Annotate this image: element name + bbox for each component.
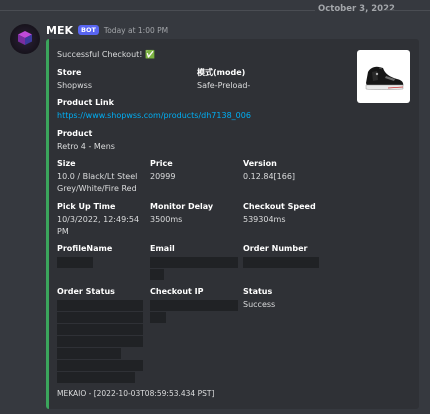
- product-thumbnail[interactable]: [357, 50, 410, 103]
- field-product-link-name: Product Link: [57, 98, 114, 107]
- field-profile-name-name: ProfileName: [57, 244, 113, 253]
- product-link[interactable]: https://www.shopwss.com/products/dh7138_…: [57, 110, 251, 121]
- redacted-order-status-line2: [57, 312, 143, 323]
- field-store-value: Shopwss: [57, 81, 92, 90]
- redacted-email-line2: [150, 269, 164, 280]
- field-mode-name: 模式(mode): [197, 68, 246, 77]
- redacted-order-status-line3: [57, 324, 143, 335]
- date-divider: October 3, 2022: [0, 2, 430, 18]
- field-pickup-time-value-line2: PM: [57, 227, 69, 236]
- field-product-value: Retro 4 - Mens: [57, 142, 115, 151]
- field-status-name: Status: [243, 287, 273, 296]
- divider-line-left: [0, 10, 315, 11]
- redacted-profile-name: [57, 257, 93, 268]
- divider-date: October 3, 2022: [318, 4, 395, 14]
- redacted-order-status-line7: [57, 372, 135, 383]
- embed-title: Successful Checkout! ✅: [57, 50, 155, 59]
- field-checkout-ip-name: Checkout IP: [150, 287, 204, 296]
- redacted-order-status-line4: [57, 336, 143, 347]
- sneaker-icon: [365, 66, 404, 90]
- redacted-order-status-line1: [57, 300, 143, 311]
- field-price-name: Price: [150, 159, 173, 168]
- field-version-name: Version: [243, 159, 277, 168]
- username[interactable]: MEK: [46, 24, 73, 37]
- field-order-number-name: Order Number: [243, 244, 308, 253]
- field-version-value: 0.12.84[166]: [243, 172, 296, 181]
- message-header: MEK BOT Today at 1:00 PM: [46, 23, 168, 37]
- field-monitor-delay-name: Monitor Delay: [150, 202, 214, 211]
- message-timestamp[interactable]: Today at 1:00 PM: [104, 26, 168, 35]
- field-size-name: Size: [57, 159, 76, 168]
- field-email-name: Email: [150, 244, 175, 253]
- field-monitor-delay-value: 3500ms: [150, 215, 183, 224]
- field-store-name: Store: [57, 68, 82, 77]
- field-pickup-time-value-line1: 10/3/2022, 12:49:54: [57, 215, 140, 224]
- field-size-value-line2: Grey/White/Fire Red: [57, 184, 137, 193]
- checkout-embed: Successful Checkout! ✅ Store Shopwss 模式(…: [46, 39, 419, 409]
- cube-logo-icon: [18, 31, 32, 45]
- field-order-status-name: Order Status: [57, 287, 115, 296]
- bot-avatar[interactable]: [10, 24, 40, 54]
- field-price-value: 20999: [150, 172, 176, 181]
- redacted-order-status-line6: [57, 360, 143, 371]
- redacted-order-status-line5: [57, 348, 121, 359]
- embed-footer: MEKAIO - [2022-10-03T08:59:53.434 PST]: [57, 389, 215, 398]
- divider-line-right: [382, 10, 430, 11]
- field-checkout-speed-value: 539304ms: [243, 215, 286, 224]
- field-product-name: Product: [57, 129, 93, 138]
- redacted-checkout-ip-line1: [150, 300, 238, 311]
- field-status-value: Success: [243, 300, 276, 309]
- bot-tag: BOT: [77, 25, 99, 35]
- field-mode-value: Safe-Preload-: [197, 81, 251, 90]
- field-checkout-speed-name: Checkout Speed: [243, 202, 316, 211]
- field-pickup-time-name: Pick Up Time: [57, 202, 116, 211]
- redacted-order-number: [243, 257, 319, 268]
- redacted-email-line1: [150, 257, 238, 268]
- redacted-checkout-ip-line2: [150, 312, 166, 323]
- field-size-value-line1: 10.0 / Black/Lt Steel: [57, 172, 138, 181]
